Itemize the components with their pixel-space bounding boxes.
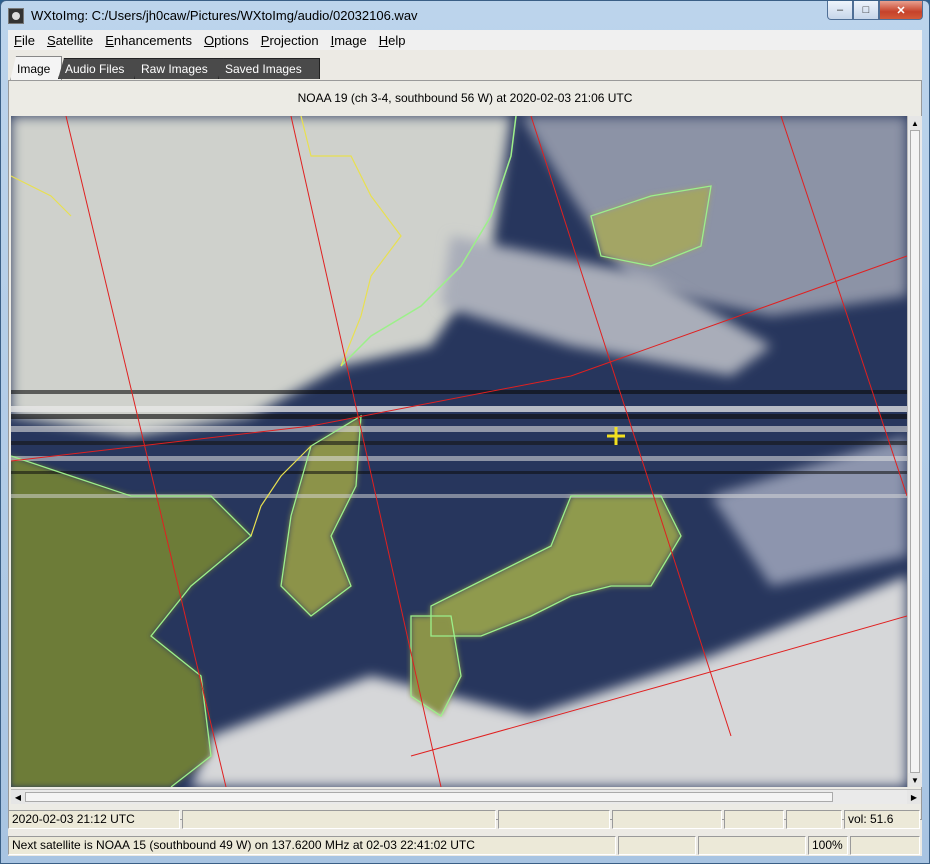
noise-band [11, 471, 907, 474]
tab-saved-images[interactable]: Saved Images [218, 58, 320, 79]
noise-band [11, 390, 907, 394]
status-row-2: Next satellite is NOAA 15 (southbound 49… [8, 836, 922, 856]
scroll-right-icon[interactable]: ▶ [907, 790, 921, 804]
tab-raw-images[interactable]: Raw Images [134, 58, 228, 79]
noise-band [11, 406, 907, 412]
vertical-scroll-thumb[interactable] [910, 130, 920, 773]
status-cell-empty [786, 810, 842, 829]
app-window: WXtoImg: C:/Users/jh0caw/Pictures/WXtoIm… [0, 0, 930, 864]
noise-band [11, 426, 907, 432]
menu-satellite[interactable]: Satellite [41, 33, 99, 48]
scroll-up-icon[interactable]: ▲ [908, 116, 922, 130]
close-button[interactable]: ✕ [879, 1, 923, 20]
app-icon [8, 8, 24, 24]
client-area: File Satellite Enhancements Options Proj… [8, 30, 922, 856]
scroll-left-icon[interactable]: ◀ [11, 790, 25, 804]
tab-bar: Image Audio Files Raw Images Saved Image… [8, 54, 922, 81]
window-controls: ‒ □ ✕ [827, 1, 923, 21]
satellite-image[interactable] [11, 116, 907, 787]
title-bar[interactable]: WXtoImg: C:/Users/jh0caw/Pictures/WXtoIm… [1, 1, 929, 31]
scroll-down-icon[interactable]: ▼ [908, 773, 922, 787]
status-cell-empty [698, 836, 806, 855]
satellite-image-svg [11, 116, 907, 787]
status-row-1: 2020-02-03 21:12 UTC vol: 51.6 [8, 810, 922, 830]
noise-band [11, 414, 907, 419]
menu-image[interactable]: Image [325, 33, 373, 48]
status-cell-empty [498, 810, 610, 829]
noise-band [11, 441, 907, 445]
image-panel: NOAA 19 (ch 3-4, southbound 56 W) at 202… [8, 80, 922, 820]
status-cell-empty [850, 836, 920, 855]
menu-file[interactable]: File [8, 33, 41, 48]
status-volume: vol: 51.6 [844, 810, 920, 829]
status-cell-empty [724, 810, 784, 829]
image-caption: NOAA 19 (ch 3-4, southbound 56 W) at 202… [297, 91, 633, 105]
menu-bar: File Satellite Enhancements Options Proj… [8, 30, 922, 50]
menu-projection[interactable]: Projection [255, 33, 325, 48]
horizontal-scroll-thumb[interactable] [25, 792, 833, 802]
status-cell-empty [182, 810, 496, 829]
status-cell-empty [612, 810, 722, 829]
window-title: WXtoImg: C:/Users/jh0caw/Pictures/WXtoIm… [31, 8, 418, 23]
vertical-scrollbar[interactable]: ▲ ▼ [907, 116, 922, 787]
menu-help[interactable]: Help [373, 33, 412, 48]
status-cell-empty [618, 836, 696, 855]
status-zoom: 100% [808, 836, 848, 855]
noise-band [11, 456, 907, 461]
status-next-satellite: Next satellite is NOAA 15 (southbound 49… [8, 836, 616, 855]
tab-image[interactable]: Image [10, 56, 62, 81]
menu-enhancements[interactable]: Enhancements [99, 33, 198, 48]
horizontal-scrollbar[interactable]: ◀ ▶ [11, 789, 921, 804]
minimize-button[interactable]: ‒ [827, 1, 853, 20]
tab-audio-files[interactable]: Audio Files [58, 58, 144, 79]
status-datetime: 2020-02-03 21:12 UTC [8, 810, 180, 829]
maximize-button[interactable]: □ [853, 1, 879, 20]
menu-options[interactable]: Options [198, 33, 255, 48]
